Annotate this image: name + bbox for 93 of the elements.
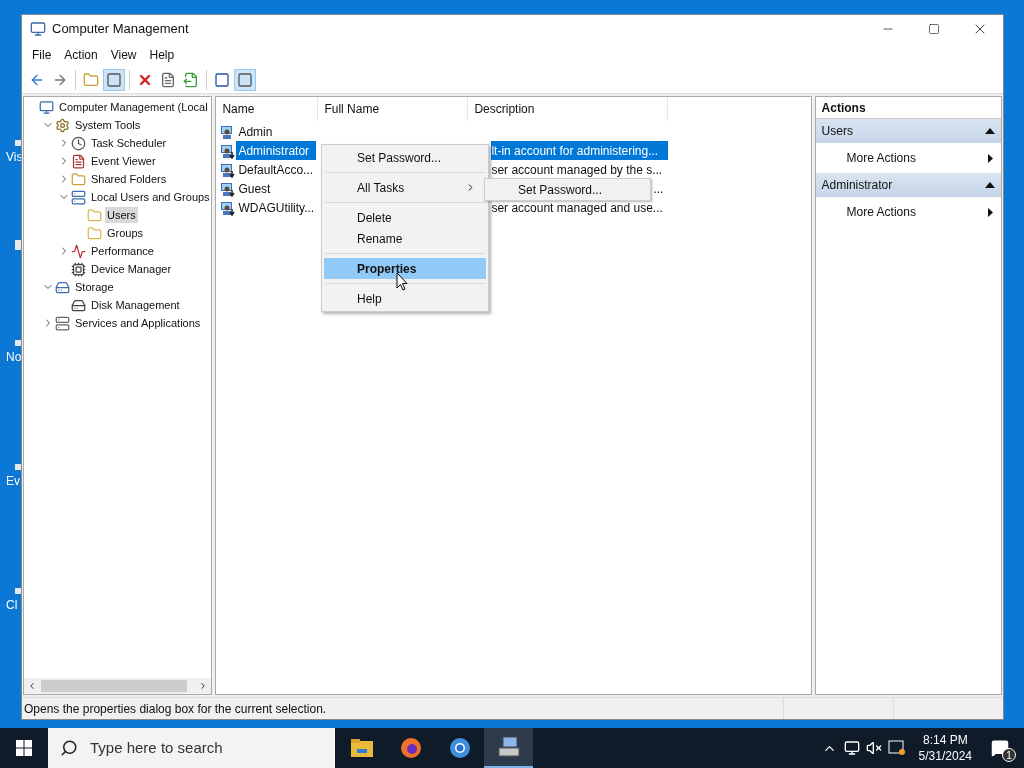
user-down-arrow-icon bbox=[220, 199, 237, 216]
storage-icon bbox=[55, 279, 70, 295]
desktop-icon-label[interactable]: Cl bbox=[6, 598, 18, 612]
tree-item[interactable]: Performance bbox=[89, 242, 156, 260]
maximize-icon bbox=[928, 23, 940, 35]
tree-item[interactable]: Users bbox=[105, 206, 138, 224]
computer-management-icon bbox=[496, 736, 521, 758]
user-description: lt-in account for administering... bbox=[491, 141, 669, 160]
tree-item[interactable]: Task Scheduler bbox=[89, 134, 169, 152]
tree-pane-button[interactable] bbox=[103, 69, 125, 91]
user-name[interactable]: DefaultAcco... bbox=[236, 160, 317, 179]
actions-section-header[interactable]: Users bbox=[815, 119, 1001, 143]
tree-item[interactable]: Device Manager bbox=[89, 260, 174, 278]
muted-speaker-icon[interactable] bbox=[865, 740, 882, 756]
action-pane-button[interactable] bbox=[234, 69, 256, 91]
services-icon bbox=[55, 315, 70, 331]
users-group-icon bbox=[71, 189, 86, 205]
status-bar-text: Opens the properties dialog box for the current selection. bbox=[22, 698, 784, 719]
user-description: ser account managed and use... bbox=[491, 199, 664, 217]
sync-warning-icon[interactable] bbox=[887, 740, 906, 756]
tree-item[interactable]: Event Viewer bbox=[89, 152, 158, 170]
user-name[interactable]: Guest bbox=[236, 179, 317, 198]
export-icon bbox=[183, 72, 199, 88]
folder-icon bbox=[87, 225, 102, 241]
shared-folder-icon bbox=[71, 171, 86, 187]
tree-item[interactable]: Shared Folders bbox=[89, 170, 169, 188]
tree-item[interactable]: Local Users and Groups bbox=[89, 188, 212, 206]
context-menu-item[interactable]: Help bbox=[324, 288, 486, 309]
delete-icon bbox=[137, 72, 153, 88]
tree-item[interactable]: Services and Applications bbox=[73, 314, 203, 332]
desktop-icon-label[interactable]: Ev bbox=[6, 474, 20, 488]
up-folder-icon bbox=[83, 72, 99, 88]
context-menu-item[interactable]: Rename bbox=[324, 228, 486, 249]
user-name[interactable]: Admin bbox=[236, 122, 317, 141]
tools-icon bbox=[55, 117, 70, 133]
context-menu-item[interactable]: Set Password... bbox=[324, 147, 486, 168]
fox-globe-icon bbox=[399, 737, 422, 759]
scroll-left-icon[interactable] bbox=[27, 681, 37, 691]
folder-icon bbox=[87, 207, 102, 223]
menu-item[interactable]: Help bbox=[143, 46, 181, 64]
search-input[interactable]: Type here to search bbox=[90, 736, 310, 760]
column-header[interactable]: Name bbox=[216, 97, 319, 121]
section-title: Administrator bbox=[821, 177, 894, 194]
menu-item[interactable]: File bbox=[26, 46, 58, 64]
tree-item[interactable]: Disk Management bbox=[89, 296, 182, 314]
user-name[interactable]: Administrator bbox=[236, 141, 317, 160]
menu-item[interactable]: Action bbox=[58, 46, 104, 64]
device-icon bbox=[71, 261, 86, 277]
submenu-item[interactable]: Set Password... bbox=[485, 179, 650, 200]
app-icon bbox=[30, 21, 46, 37]
log-icon bbox=[71, 153, 86, 169]
browser-ring-icon bbox=[448, 737, 471, 759]
submenu-arrow-icon bbox=[988, 207, 993, 217]
context-menu-item[interactable]: Delete bbox=[324, 207, 486, 228]
user-name[interactable]: WDAGUtility... bbox=[236, 198, 317, 217]
action-link[interactable]: More Actions bbox=[815, 143, 1001, 173]
performance-icon bbox=[71, 243, 86, 259]
tree-item[interactable]: System Tools bbox=[73, 116, 143, 134]
column-header[interactable]: Full Name bbox=[318, 97, 469, 121]
submenu-arrow-icon bbox=[988, 153, 993, 163]
properties-icon bbox=[160, 72, 176, 88]
clock-date[interactable]: 5/31/2024 bbox=[918, 748, 972, 764]
computer-icon bbox=[39, 99, 54, 115]
horizontal-scrollbar[interactable] bbox=[24, 678, 212, 694]
taskbar-app-button[interactable] bbox=[484, 728, 533, 768]
collapse-triangle-icon[interactable] bbox=[985, 128, 995, 134]
search-icon bbox=[60, 739, 78, 757]
menu-item[interactable]: View bbox=[104, 46, 143, 64]
clock-icon bbox=[71, 135, 86, 151]
tree-item[interactable]: Groups bbox=[105, 224, 146, 242]
action-link[interactable]: More Actions bbox=[815, 197, 1001, 227]
section-title: Users bbox=[821, 123, 854, 140]
folder-icon bbox=[350, 739, 373, 757]
tree-item[interactable]: Storage bbox=[73, 278, 116, 296]
user-down-arrow-icon bbox=[220, 180, 237, 197]
user-down-arrow-icon bbox=[220, 142, 237, 159]
taskbar-search-field[interactable]: Type here to search bbox=[48, 728, 335, 768]
desktop-icon-label[interactable]: No bbox=[6, 350, 22, 364]
collapse-triangle-icon[interactable] bbox=[985, 182, 995, 188]
windows-logo-icon bbox=[16, 740, 32, 756]
context-menu-item[interactable]: Properties bbox=[324, 258, 486, 279]
user-down-arrow-icon bbox=[220, 161, 237, 178]
clock-time[interactable]: 8:14 PM bbox=[922, 732, 968, 748]
network-icon[interactable] bbox=[843, 740, 860, 756]
tree-item[interactable]: Computer Management (Local bbox=[57, 98, 210, 116]
window-title: Computer Management bbox=[52, 20, 190, 39]
user-description: ser account managed by the s... bbox=[491, 161, 664, 179]
context-menu-item[interactable]: All Tasks bbox=[324, 177, 486, 198]
notification-count: 1 bbox=[1002, 748, 1016, 762]
column-header[interactable]: Description bbox=[468, 97, 669, 121]
actions-section-header[interactable]: Administrator bbox=[815, 173, 1001, 197]
forward-arrow-icon bbox=[52, 72, 68, 88]
user-description: ... bbox=[653, 180, 665, 198]
